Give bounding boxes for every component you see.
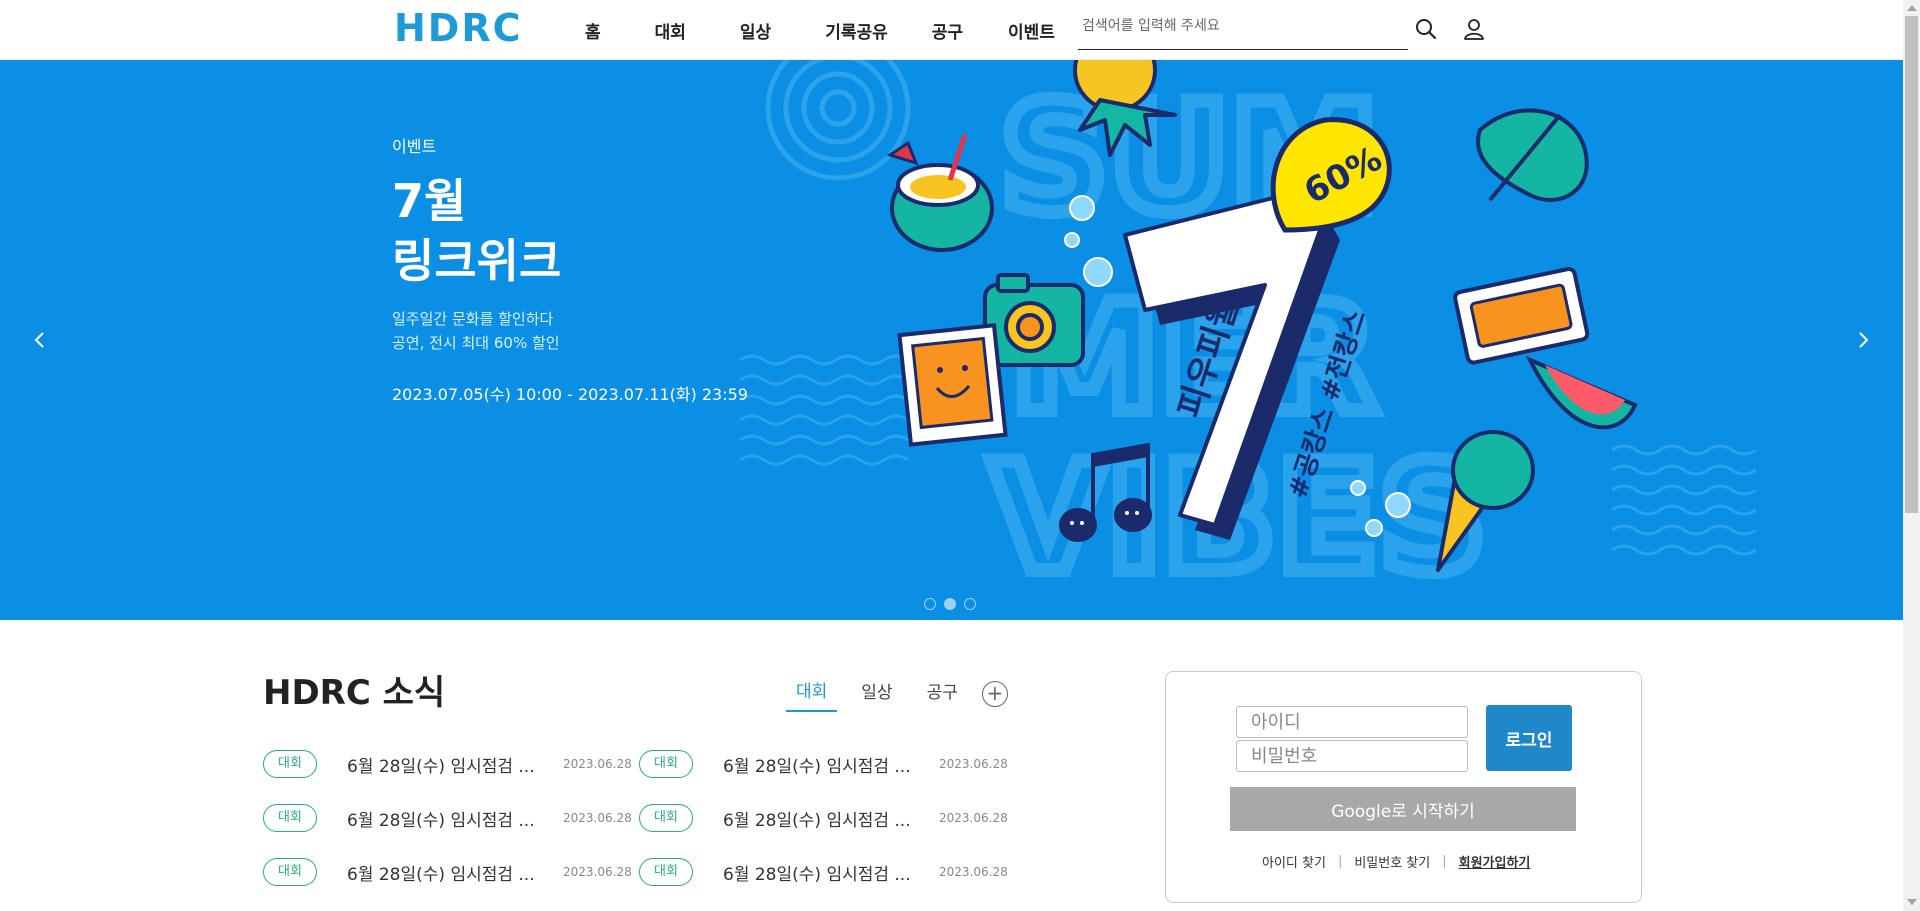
news-item-date: 2023.06.28 — [563, 865, 632, 879]
main-nav: 홈 대회 일상 기록공유 공구 이벤트 — [585, 18, 1055, 43]
login-button[interactable]: 로그인 — [1486, 705, 1572, 771]
nav-item-event[interactable]: 이벤트 — [1008, 18, 1055, 43]
tab-race[interactable]: 대회 — [786, 675, 838, 712]
search-box — [1078, 10, 1408, 50]
scroll-up-arrow-icon[interactable] — [1907, 5, 1917, 11]
news-item-title[interactable]: 6월 28일(수) 임시점검 ... — [347, 752, 557, 777]
tab-daily[interactable]: 일상 — [851, 676, 902, 711]
password-field[interactable] — [1236, 740, 1468, 772]
news-item-title[interactable]: 6월 28일(수) 임시점검 ... — [347, 806, 557, 831]
site-logo[interactable]: HDRC — [394, 6, 523, 50]
google-login-button[interactable]: Google로 시작하기 — [1230, 787, 1576, 831]
banner-pagination — [924, 598, 976, 610]
news-item-date: 2023.06.28 — [563, 811, 632, 825]
page-scrollbar[interactable] — [1903, 0, 1920, 911]
category-badge: 대회 — [639, 804, 693, 832]
news-item[interactable]: 대회 6월 28일(수) 임시점검 ... 2023.06.28 — [263, 803, 633, 833]
banner-subtitle-line-2: 공연, 전시 최대 60% 할인 — [392, 334, 560, 352]
news-item-title[interactable]: 6월 28일(수) 임시점검 ... — [723, 806, 933, 831]
nav-item-daily[interactable]: 일상 — [740, 18, 771, 43]
banner-subtitle-line-1: 일주일간 문화를 할인하다 — [392, 310, 554, 328]
find-id-link[interactable]: 아이디 찾기 — [1262, 852, 1326, 871]
news-item[interactable]: 대회 6월 28일(수) 임시점검 ... 2023.06.28 — [263, 857, 633, 887]
banner-category: 이벤트 — [392, 137, 437, 156]
banner-subtitle: 일주일간 문화를 할인하다 공연, 전시 최대 60% 할인 — [392, 307, 748, 355]
banner-text: 이벤트 7월 링크위크 일주일간 문화를 할인하다 공연, 전시 최대 60% … — [392, 133, 748, 405]
site-header: HDRC 홈 대회 일상 기록공유 공구 이벤트 — [0, 0, 1903, 60]
news-item[interactable]: 대회 6월 28일(수) 임시점검 ... 2023.06.28 — [639, 803, 1009, 833]
id-field[interactable] — [1236, 706, 1468, 738]
link-divider: | — [1337, 854, 1343, 869]
search-input[interactable] — [1082, 18, 1362, 34]
news-section-title: HDRC 소식 — [263, 673, 446, 713]
pagination-dot-2[interactable] — [944, 598, 956, 610]
signup-link[interactable]: 회원가입하기 — [1459, 852, 1531, 871]
nav-item-records[interactable]: 기록공유 — [825, 18, 888, 43]
search-icon[interactable] — [1413, 16, 1439, 42]
category-badge: 대회 — [263, 750, 317, 778]
news-item-date: 2023.06.28 — [563, 757, 632, 771]
category-badge: 대회 — [263, 804, 317, 832]
scroll-down-arrow-icon[interactable] — [1907, 899, 1917, 905]
nav-item-home[interactable]: 홈 — [585, 18, 601, 43]
banner-date: 2023.07.05(수) 10:00 - 2023.07.11(화) 23:5… — [392, 385, 748, 404]
category-badge: 대회 — [263, 858, 317, 886]
banner-title-line-2: 링크위크 — [392, 234, 562, 288]
event-banner[interactable]: SUM MER VIBES 피우피월 #공캉스 #전캉스 60% 이벤트 7월 … — [0, 60, 1903, 620]
nav-item-race[interactable]: 대회 — [655, 18, 686, 43]
news-item[interactable]: 대회 6월 28일(수) 임시점검 ... 2023.06.28 — [263, 749, 633, 779]
news-item-title[interactable]: 6월 28일(수) 임시점검 ... — [347, 860, 557, 885]
news-item[interactable]: 대회 6월 28일(수) 임시점검 ... 2023.06.28 — [639, 749, 1009, 779]
news-item-title[interactable]: 6월 28일(수) 임시점검 ... — [723, 860, 933, 885]
login-panel: 로그인 Google로 시작하기 아이디 찾기 | 비밀번호 찾기 | 회원가입… — [1165, 671, 1642, 903]
news-item-date: 2023.06.28 — [939, 865, 1008, 879]
banner-illustration: SUM MER VIBES 피우피월 #공캉스 #전캉스 60% — [739, 60, 1757, 613]
category-badge: 대회 — [639, 750, 693, 778]
news-item-title[interactable]: 6월 28일(수) 임시점검 ... — [723, 752, 933, 777]
category-badge: 대회 — [639, 858, 693, 886]
pagination-dot-1[interactable] — [924, 598, 936, 610]
chevron-right-icon[interactable] — [1848, 325, 1878, 355]
banner-title-line-1: 7월 — [392, 174, 467, 228]
news-item-date: 2023.06.28 — [939, 757, 1008, 771]
nav-item-group-buy[interactable]: 공구 — [932, 18, 963, 43]
news-item-date: 2023.06.28 — [939, 811, 1008, 825]
chevron-left-icon[interactable] — [25, 325, 55, 355]
pagination-dot-3[interactable] — [964, 598, 976, 610]
news-item[interactable]: 대회 6월 28일(수) 임시점검 ... 2023.06.28 — [639, 857, 1009, 887]
more-plus-button[interactable]: + — [981, 680, 1008, 707]
tab-group-buy[interactable]: 공구 — [917, 676, 968, 711]
user-icon[interactable] — [1461, 16, 1487, 42]
scroll-thumb[interactable] — [1905, 16, 1918, 513]
banner-title: 7월 링크위크 — [392, 171, 748, 291]
news-tabs: 대회 일상 공구 + — [786, 675, 1008, 712]
link-divider: | — [1442, 854, 1447, 869]
login-links: 아이디 찾기 | 비밀번호 찾기 | 회원가입하기 — [1262, 852, 1530, 871]
find-password-link[interactable]: 비밀번호 찾기 — [1354, 852, 1430, 871]
